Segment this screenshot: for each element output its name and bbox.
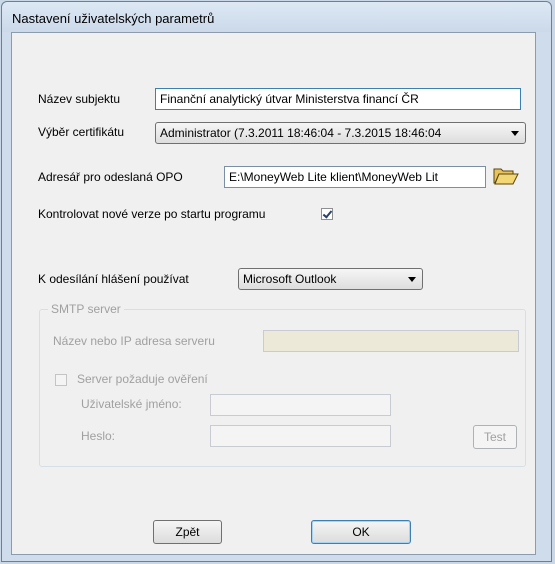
chevron-down-icon [511, 131, 519, 136]
dialog-body: Název subjektu Finanční analytický útvar… [11, 32, 536, 555]
test-button[interactable]: Test [473, 425, 517, 449]
auth-required-checkbox[interactable] [55, 374, 67, 386]
directory-label: Adresář pro odeslaná OPO [38, 170, 183, 184]
auth-required-label: Server požaduje ověření [77, 372, 208, 386]
send-via-select[interactable]: Microsoft Outlook [238, 268, 423, 290]
ok-button[interactable]: OK [311, 520, 411, 544]
certificate-label: Výběr certifikátu [38, 125, 125, 139]
send-via-select-value: Microsoft Outlook [243, 272, 337, 286]
check-versions-label: Kontrolovat nové verze po startu program… [38, 207, 266, 221]
username-input[interactable] [210, 394, 391, 416]
back-button[interactable]: Zpět [153, 520, 222, 544]
password-label: Heslo: [81, 429, 116, 443]
subject-label: Název subjektu [38, 92, 121, 106]
smtp-server-input[interactable] [263, 330, 519, 352]
settings-dialog: Nastavení uživatelských parametrů Název … [1, 1, 552, 562]
folder-open-icon[interactable] [492, 165, 520, 190]
smtp-groupbox: SMTP server Název nebo IP adresa serveru… [39, 302, 526, 467]
password-input[interactable] [210, 425, 391, 447]
check-versions-checkbox[interactable] [321, 208, 333, 220]
certificate-select[interactable]: Administrator (7.3.2011 18:46:04 - 7.3.2… [155, 122, 526, 144]
send-via-label: K odesílání hlášení používat [38, 272, 189, 286]
subject-input[interactable]: Finanční analytický útvar Ministerstva f… [155, 88, 521, 110]
directory-input[interactable]: E:\MoneyWeb Lite klient\MoneyWeb Lit [224, 166, 486, 188]
certificate-select-value: Administrator (7.3.2011 18:46:04 - 7.3.2… [160, 126, 442, 140]
window-title: Nastavení uživatelských parametrů [12, 11, 215, 26]
smtp-legend: SMTP server [48, 302, 124, 316]
smtp-server-label: Název nebo IP adresa serveru [53, 334, 215, 348]
title-bar[interactable]: Nastavení uživatelských parametrů [2, 2, 551, 32]
chevron-down-icon [408, 277, 416, 282]
username-label: Uživatelské jméno: [81, 397, 182, 411]
